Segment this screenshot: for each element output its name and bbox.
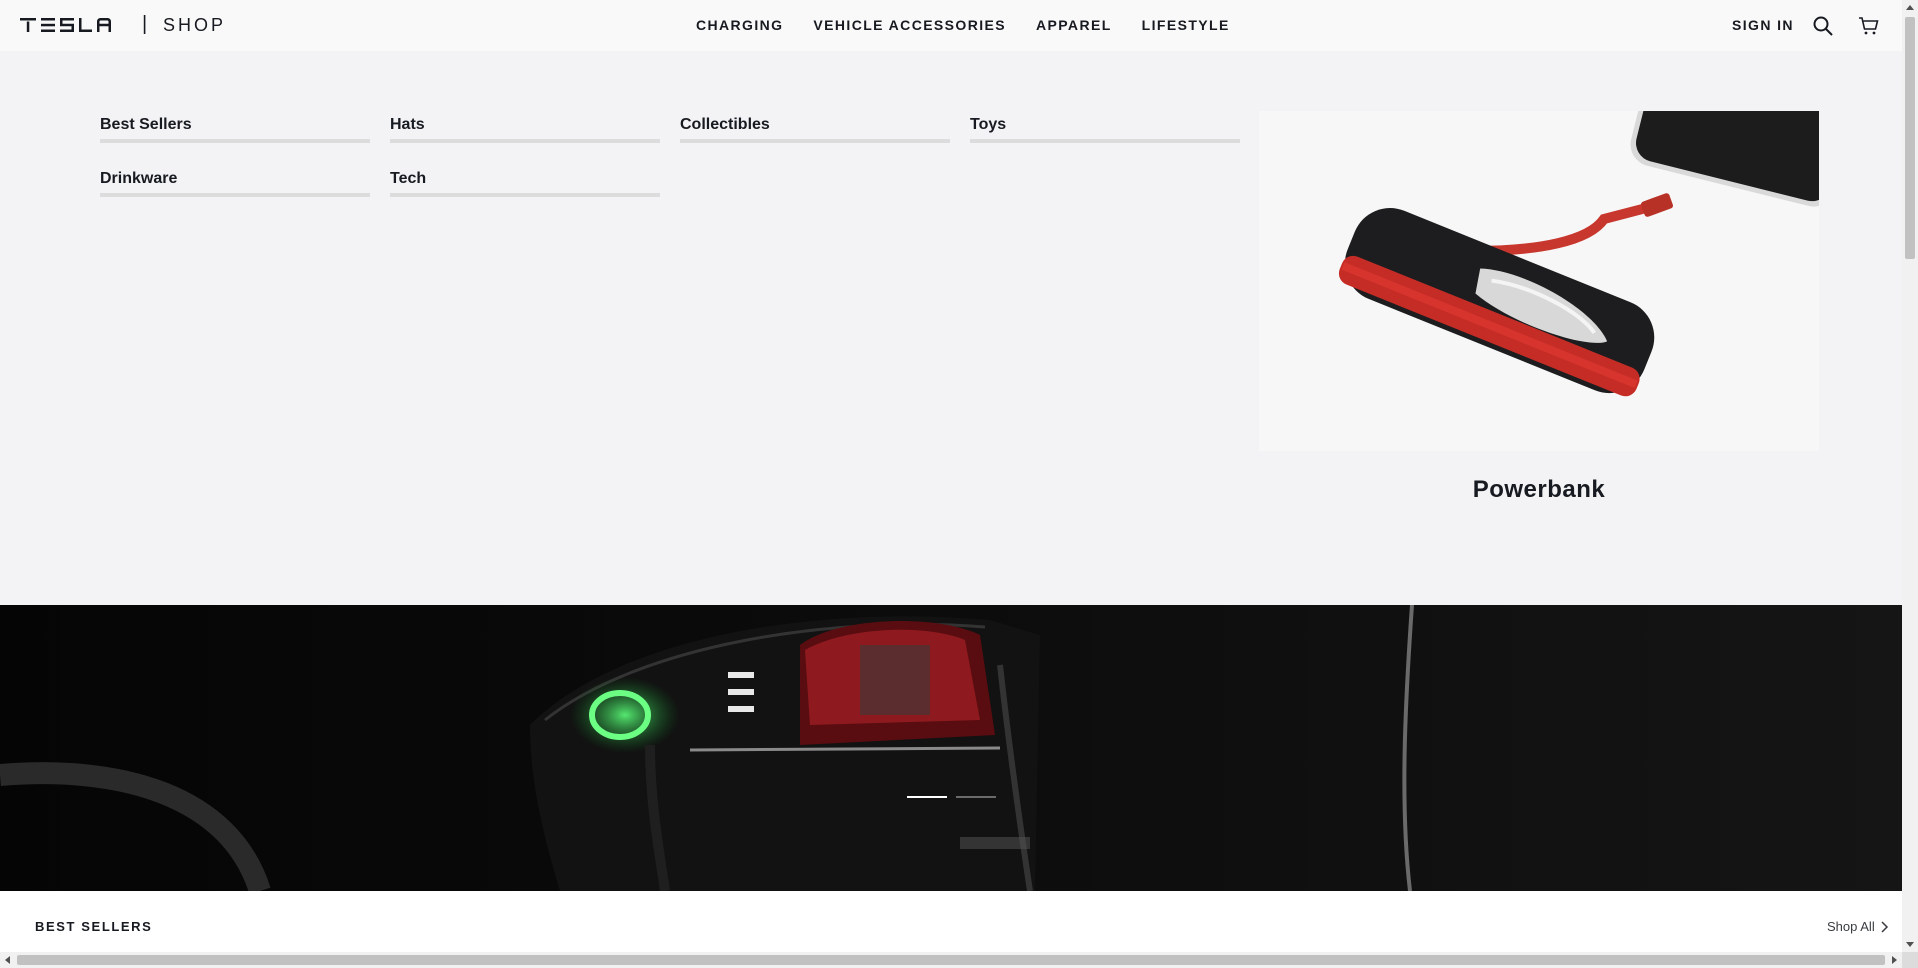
menu-item-label: Drinkware [100,170,178,187]
promo-title[interactable]: Powerbank [1259,476,1819,504]
tesla-wordmark-icon [20,18,111,32]
chevron-right-icon [1881,920,1888,933]
scroll-right-icon[interactable] [1892,956,1897,964]
tesla-logo[interactable] [20,15,120,35]
cart-icon[interactable] [1858,15,1880,37]
menu-item-underline [970,139,1240,143]
menu-item-tech[interactable]: Tech [390,168,660,197]
scrollbar-corner [1902,952,1918,968]
vertical-scroll-thumb[interactable] [1905,17,1915,259]
menu-item-label: Toys [970,116,1007,133]
shop-all-link[interactable]: Shop All [1827,919,1889,934]
horizontal-scroll-thumb[interactable] [17,955,1885,965]
sign-in-link[interactable]: SIGN IN [1732,17,1794,33]
nav-lifestyle[interactable]: LIFESTYLE [1142,17,1230,33]
hero-car-charging-image [0,605,1902,891]
menu-item-drinkware[interactable]: Drinkware [100,168,370,197]
menu-item-collectibles[interactable]: Collectibles [680,114,950,143]
powerbank-promo-image[interactable] [1259,111,1819,451]
scroll-left-icon[interactable] [5,956,10,964]
powerbank-illustration-icon [1259,111,1819,451]
shop-label[interactable]: SHOP [163,15,226,36]
nav-vehicle-accessories[interactable]: VEHICLE ACCESSORIES [813,17,1006,33]
nav-charging[interactable]: CHARGING [696,17,783,33]
section-title: BEST SELLERS [35,919,153,934]
menu-item-underline [100,193,370,197]
scroll-up-icon[interactable] [1906,5,1914,10]
menu-item-best-sellers[interactable]: Best Sellers [100,114,370,143]
menu-item-label: Hats [390,116,425,133]
menu-item-label: Collectibles [680,116,770,133]
carousel-dot-1[interactable] [907,796,947,798]
menu-item-underline [390,139,660,143]
top-header: | SHOP CHARGING VEHICLE ACCESSORIES APPA… [0,0,1902,51]
menu-item-underline [100,139,370,143]
lifestyle-mega-menu: Best Sellers Hats Collectibles Toys Drin… [0,51,1902,605]
carousel-dot-2[interactable] [956,796,996,798]
vertical-scrollbar[interactable] [1902,0,1918,952]
menu-item-toys[interactable]: Toys [970,114,1240,143]
nav-apparel[interactable]: APPAREL [1036,17,1112,33]
horizontal-scrollbar[interactable] [0,952,1902,968]
menu-item-hats[interactable]: Hats [390,114,660,143]
shop-all-label: Shop All [1827,919,1875,934]
scroll-down-icon[interactable] [1906,942,1914,947]
menu-item-label: Best Sellers [100,116,192,133]
menu-item-underline [390,193,660,197]
menu-item-underline [680,139,950,143]
menu-item-label: Tech [390,170,427,187]
main-nav: CHARGING VEHICLE ACCESSORIES APPAREL LIF… [696,17,1260,33]
search-icon[interactable] [1812,15,1834,37]
best-sellers-section: BEST SELLERS Shop All [0,891,1902,952]
page: | SHOP CHARGING VEHICLE ACCESSORIES APPA… [0,0,1902,952]
logo-divider: | [142,13,148,35]
hero-carousel [0,605,1902,891]
